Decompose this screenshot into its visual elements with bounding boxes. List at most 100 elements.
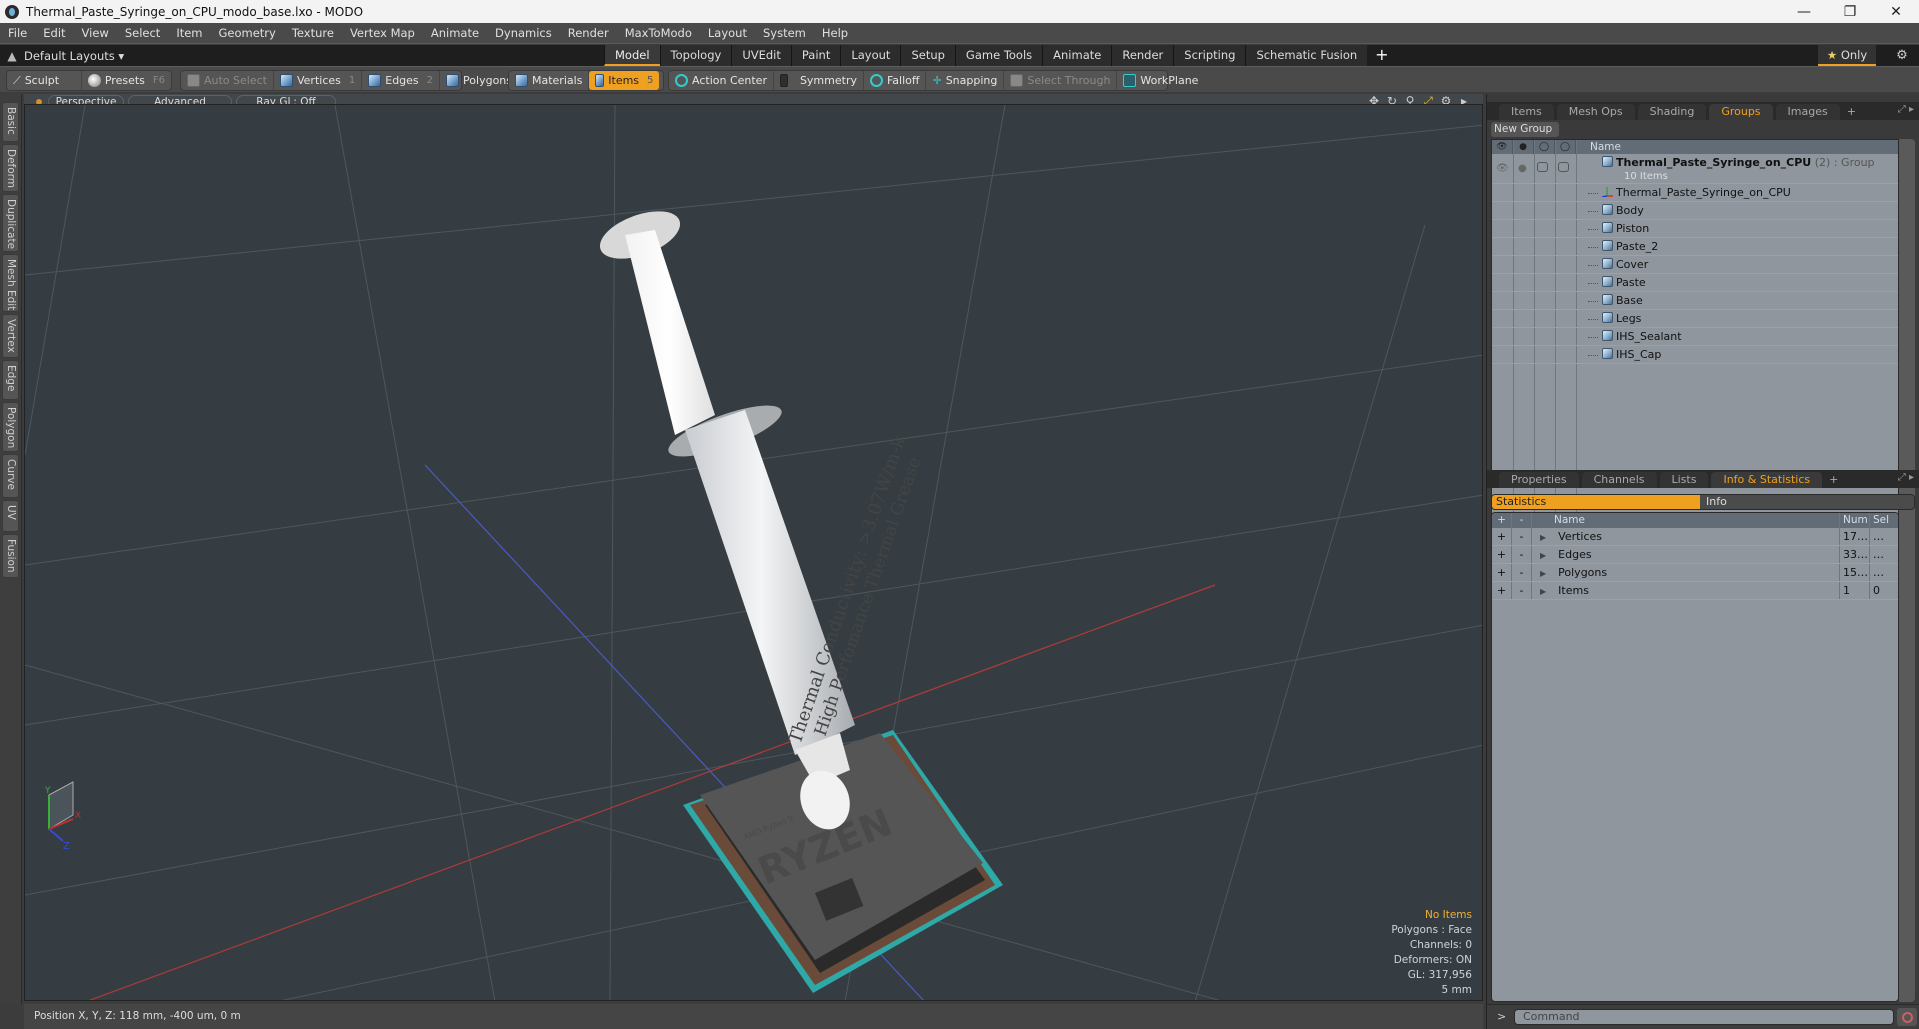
vtab-curve[interactable]: Curve <box>2 454 19 498</box>
statistics-scrollbar[interactable] <box>1899 512 1915 1002</box>
menu-file[interactable]: File <box>0 26 35 40</box>
items-button[interactable]: Items 5 <box>589 71 660 90</box>
add-panel-tab-button[interactable]: + <box>1843 104 1860 120</box>
sculpt-button[interactable]: ⟋ Sculpt <box>7 71 82 90</box>
menu-dynamics[interactable]: Dynamics <box>487 26 560 40</box>
group-item-row[interactable]: Cover <box>1492 256 1898 274</box>
tab-game-tools[interactable]: Game Tools <box>954 45 1043 66</box>
lock-column-icon[interactable]: ◯ <box>1534 140 1555 154</box>
vtab-basic[interactable]: Basic <box>2 102 19 142</box>
expand-arrow-icon[interactable]: ▶ <box>1540 569 1546 578</box>
auto-select-button[interactable]: Auto Select <box>181 71 274 90</box>
new-group-button[interactable]: New Group <box>1491 122 1559 137</box>
tab-topology[interactable]: Topology <box>659 45 732 66</box>
group-item-row[interactable]: IHS_Sealant <box>1492 328 1898 346</box>
vtab-fusion[interactable]: Fusion <box>2 534 19 578</box>
menu-select[interactable]: Select <box>117 26 168 40</box>
vertices-button[interactable]: Vertices 1 <box>274 71 363 90</box>
menu-layout[interactable]: Layout <box>700 26 755 40</box>
collapse-row-button[interactable]: - <box>1512 564 1532 581</box>
group-item-row[interactable]: Base <box>1492 292 1898 310</box>
collapse-row-button[interactable]: - <box>1512 546 1532 563</box>
expand-panel-icon[interactable]: ⤢ ▸ <box>1898 104 1914 115</box>
render-column-icon[interactable]: ● <box>1513 140 1534 154</box>
group-item-row[interactable]: Paste_2 <box>1492 238 1898 256</box>
select-column-icon[interactable]: ◯ <box>1555 140 1576 154</box>
tab-mesh-ops[interactable]: Mesh Ops <box>1556 104 1635 120</box>
tab-model[interactable]: Model <box>604 45 660 66</box>
falloff-button[interactable]: Falloff <box>864 71 927 90</box>
close-button[interactable]: ✕ <box>1873 0 1919 23</box>
tab-paint[interactable]: Paint <box>790 45 841 66</box>
vtab-polygon[interactable]: Polygon <box>2 402 19 452</box>
group-item-row[interactable]: Body <box>1492 202 1898 220</box>
minimize-button[interactable]: — <box>1781 0 1827 23</box>
vtab-edge[interactable]: Edge <box>2 360 19 400</box>
expand-arrow-icon[interactable]: ▶ <box>1540 551 1546 560</box>
menu-item[interactable]: Item <box>168 26 210 40</box>
collapse-row-button[interactable]: - <box>1512 582 1532 599</box>
vtab-deform[interactable]: Deform <box>2 144 19 192</box>
add-tab-button[interactable]: + <box>1367 45 1396 66</box>
tab-groups[interactable]: Groups <box>1709 104 1773 120</box>
tab-animate[interactable]: Animate <box>1042 45 1112 66</box>
record-macro-button[interactable] <box>1897 1008 1917 1026</box>
polygons-button[interactable]: Polygons <box>440 71 518 90</box>
stat-row[interactable]: + - ▶ Vertices 17…… <box>1492 528 1898 546</box>
stat-row[interactable]: + - ▶ Edges 33…… <box>1492 546 1898 564</box>
tab-schematic-fusion[interactable]: Schematic Fusion <box>1245 45 1368 66</box>
menu-render[interactable]: Render <box>560 26 617 40</box>
tab-channels[interactable]: Channels <box>1581 472 1657 488</box>
menu-animate[interactable]: Animate <box>423 26 487 40</box>
menu-maxtomodo[interactable]: MaxToModo <box>617 26 700 40</box>
vtab-vertex[interactable]: Vertex <box>2 314 19 358</box>
symmetry-button[interactable]: Symmetry <box>774 71 864 90</box>
maximize-button[interactable]: ❐ <box>1827 0 1873 23</box>
presets-button[interactable]: Presets F6 <box>82 71 171 90</box>
info-toggle[interactable]: Info <box>1700 495 1914 509</box>
materials-button[interactable]: Materials <box>509 71 590 90</box>
tab-scripting[interactable]: Scripting <box>1173 45 1246 66</box>
group-item-row[interactable]: Legs <box>1492 310 1898 328</box>
expand-row-button[interactable]: + <box>1492 528 1512 545</box>
visibility-eye-icon[interactable]: 👁 <box>1496 162 1509 176</box>
tab-render[interactable]: Render <box>1111 45 1174 66</box>
expand-all-header[interactable]: + <box>1492 513 1512 528</box>
group-row[interactable]: 👁 ● Thermal_Paste_Syringe_on_CPU (2) : G… <box>1492 154 1898 184</box>
group-item-row[interactable]: IHS_Cap <box>1492 346 1898 364</box>
menu-view[interactable]: View <box>74 26 117 40</box>
layout-selector[interactable]: Default Layouts ▾ <box>24 49 124 63</box>
action-center-button[interactable]: Action Center <box>669 71 774 90</box>
menu-system[interactable]: System <box>755 26 814 40</box>
statistics-toggle[interactable]: Statistics <box>1492 495 1700 509</box>
select-toggle[interactable] <box>1558 162 1569 172</box>
visibility-column-icon[interactable]: 👁 <box>1492 140 1513 154</box>
tab-setup[interactable]: Setup <box>900 45 955 66</box>
tab-layout[interactable]: Layout <box>840 45 901 66</box>
gear-icon[interactable]: ⚙ <box>1890 45 1914 66</box>
tab-images[interactable]: Images <box>1775 104 1840 120</box>
group-item-row[interactable]: Paste <box>1492 274 1898 292</box>
menu-help[interactable]: Help <box>814 26 856 40</box>
group-item-row[interactable]: Thermal_Paste_Syringe_on_CPU <box>1492 184 1898 202</box>
expand-row-button[interactable]: + <box>1492 582 1512 599</box>
layout-up-icon[interactable]: ▲ <box>0 49 24 63</box>
workplane-button[interactable]: WorkPlane <box>1117 71 1204 90</box>
only-button[interactable]: ★ Only <box>1818 45 1876 66</box>
tab-info-statistics[interactable]: Info & Statistics <box>1711 472 1823 488</box>
tab-lists[interactable]: Lists <box>1659 472 1709 488</box>
tab-properties[interactable]: Properties <box>1499 472 1579 488</box>
lock-toggle[interactable] <box>1537 162 1548 172</box>
menu-vertex-map[interactable]: Vertex Map <box>342 26 423 40</box>
menu-geometry[interactable]: Geometry <box>211 26 284 40</box>
menu-edit[interactable]: Edit <box>35 26 73 40</box>
vtab-duplicate[interactable]: Duplicate <box>2 194 19 252</box>
add-info-tab-button[interactable]: + <box>1825 472 1842 488</box>
collapse-all-header[interactable]: - <box>1512 513 1532 528</box>
vtab-uv[interactable]: UV <box>2 500 19 532</box>
3d-viewport[interactable]: RYZEN AMD Ryzen 9 Thermal Conductivity: … <box>24 104 1483 1001</box>
expand-arrow-icon[interactable]: ▶ <box>1540 587 1546 596</box>
menu-texture[interactable]: Texture <box>284 26 342 40</box>
vtab-mesh-edit[interactable]: Mesh Edit <box>2 254 19 312</box>
select-through-button[interactable]: Select Through <box>1004 71 1118 90</box>
